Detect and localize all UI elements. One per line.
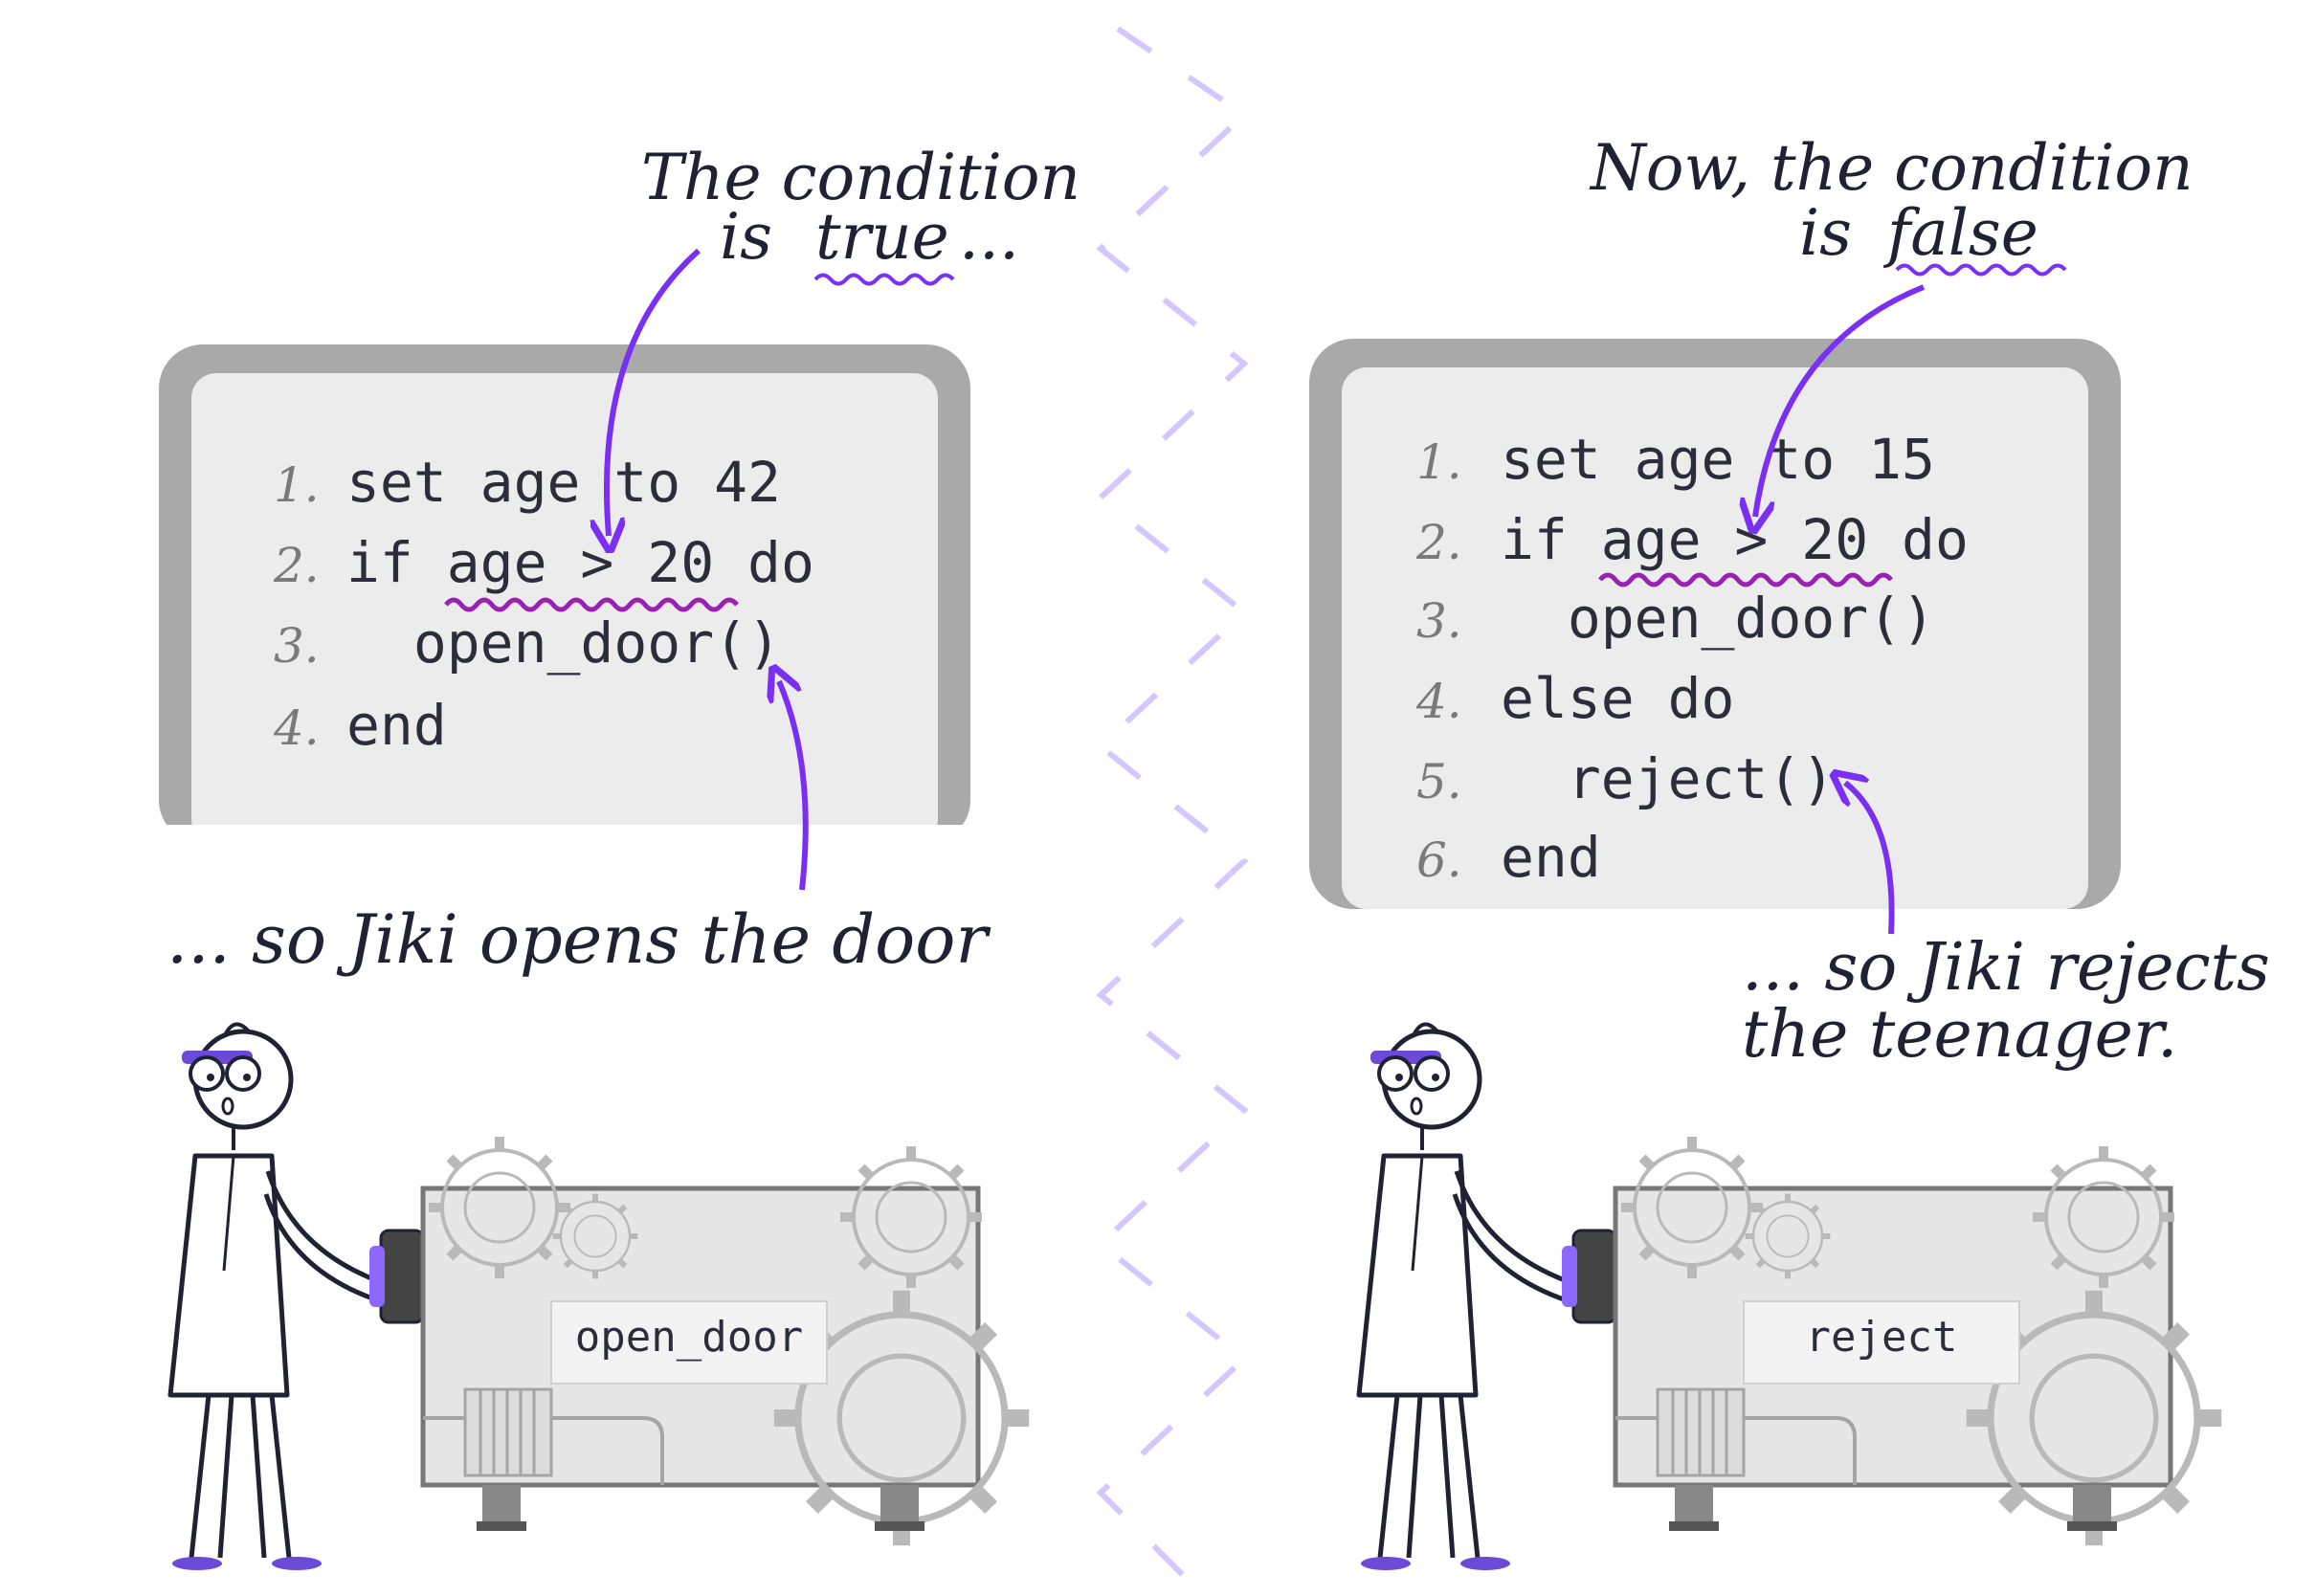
line-number: 4. (273, 700, 320, 756)
code-line: set age to 42 (346, 450, 781, 515)
note-top-keyword: true (815, 200, 949, 274)
line-number: 4. (1415, 674, 1462, 729)
code-line: if age > 20 do (1501, 507, 1969, 572)
note-top-line1: Now, the condition (1589, 131, 2194, 205)
line-number: 5. (1416, 754, 1462, 809)
machine-label: reject (1806, 1313, 1958, 1362)
code-line: reject() (1501, 746, 1835, 811)
code-line: else do (1501, 666, 1734, 731)
code-line: end (346, 693, 447, 758)
line-number: 3. (1416, 593, 1462, 649)
note-bottom-line1: ... so Jiki opens the door (167, 900, 991, 979)
note-bottom-line2: the teenager. (1742, 997, 2178, 1073)
code-line: set age to 15 (1501, 427, 1935, 492)
note-top-suffix: ... (959, 200, 1019, 274)
code-line: open_door() (346, 610, 781, 676)
line-number: 2. (1415, 515, 1462, 570)
machine-label: open_door (575, 1313, 803, 1362)
code-line: end (1501, 825, 1601, 890)
divider-line (1096, 26, 1249, 1582)
note-top-keyword: false (1882, 196, 2038, 270)
note-top-prefix: is (720, 200, 772, 274)
line-number: 6. (1416, 832, 1462, 888)
illustration: 1. set age to 42 2. if age > 20 do 3. op… (159, 26, 2270, 1582)
line-number: 1. (274, 457, 320, 513)
line-number: 1. (1416, 434, 1462, 490)
keyword-squiggle (813, 273, 955, 286)
panel-true: 1. set age to 42 2. if age > 20 do 3. op… (159, 141, 1080, 1570)
line-number: 3. (274, 618, 320, 674)
line-number: 2. (273, 538, 320, 593)
code-line: open_door() (1501, 586, 1935, 651)
note-bottom-line1: ... so Jiki rejects (1742, 930, 2270, 1006)
note-top-prefix: is (1799, 196, 1852, 270)
code-line: if age > 20 do (346, 530, 814, 595)
whiteboard (159, 344, 970, 848)
panel-false: 1. set age to 15 2. if age > 20 do 3. op… (1309, 131, 2270, 1570)
